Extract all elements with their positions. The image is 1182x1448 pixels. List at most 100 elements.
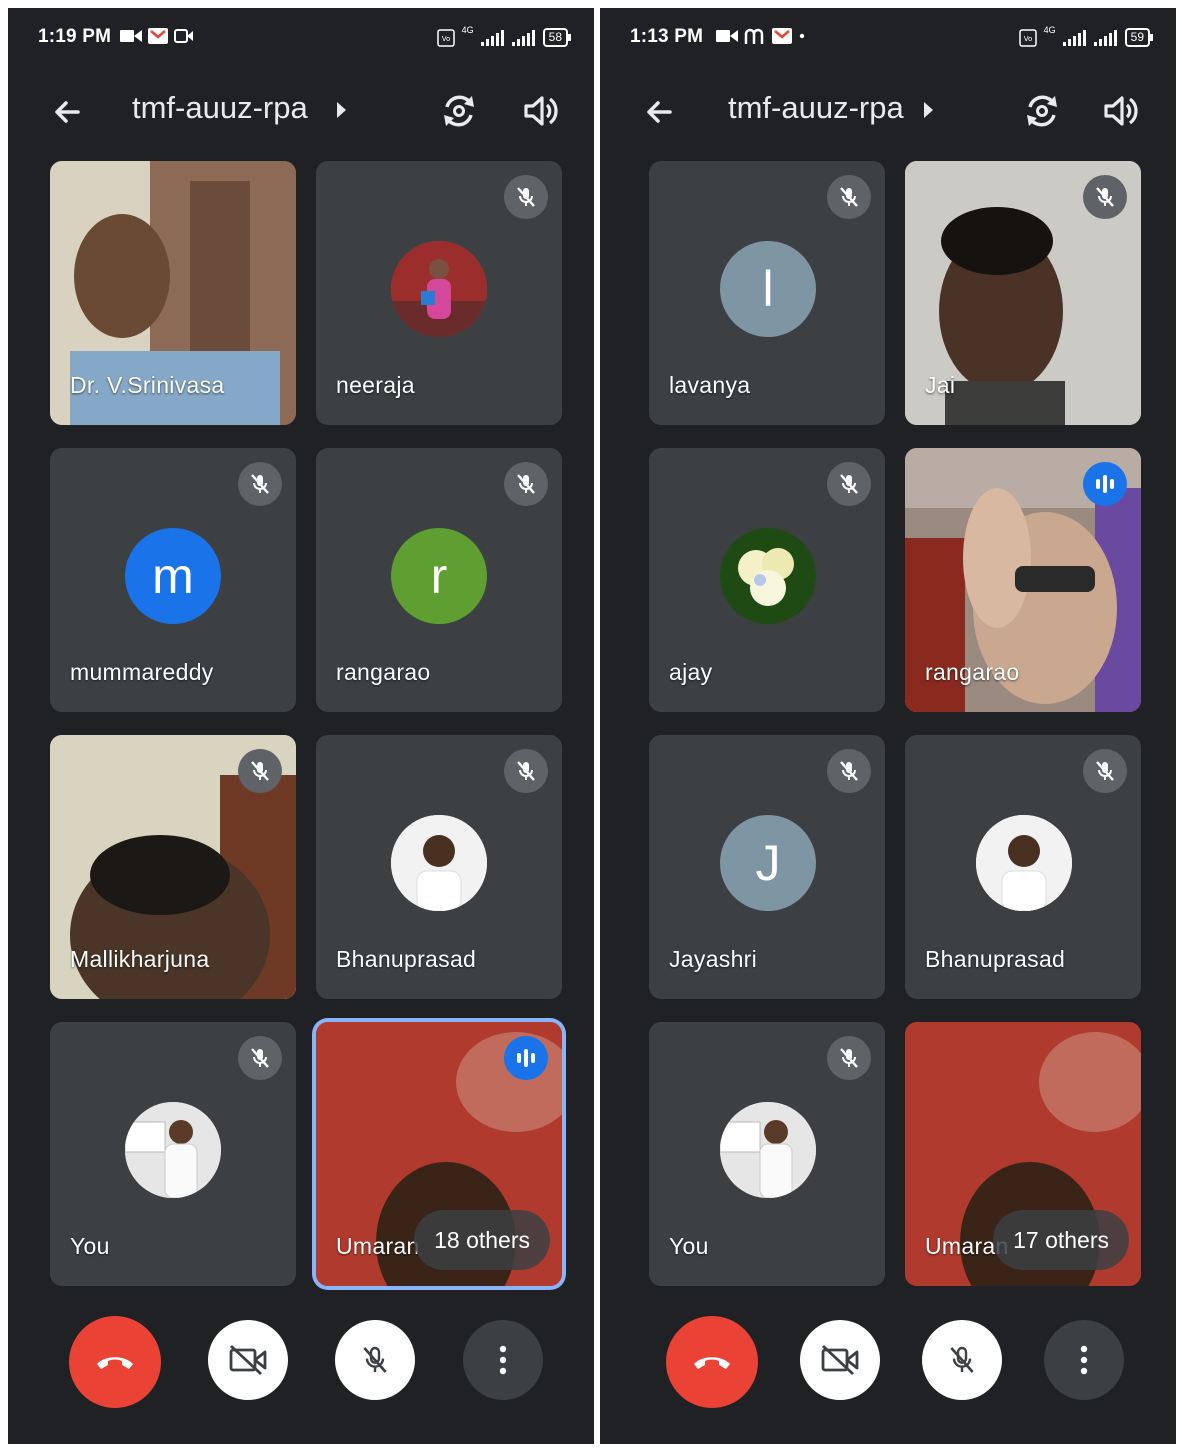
- participant-tile-video-speaking[interactable]: rangarao: [905, 448, 1141, 712]
- video-notification-icon: [120, 30, 142, 42]
- meet-notification-icon: [174, 29, 193, 43]
- end-call-icon: [694, 1357, 730, 1369]
- signal-icon: [1062, 29, 1086, 46]
- participant-name: rangarao: [925, 659, 1020, 685]
- meeting-code[interactable]: tmf-auuz-rpa: [132, 90, 308, 126]
- participant-tile[interactable]: m mummareddy: [50, 448, 296, 712]
- switch-camera-icon[interactable]: [1021, 90, 1063, 132]
- avatar: [720, 528, 816, 624]
- end-call-button[interactable]: [666, 1316, 758, 1408]
- camera-toggle-button[interactable]: [208, 1320, 288, 1400]
- avatar: J: [720, 815, 816, 911]
- more-options-button[interactable]: [463, 1320, 543, 1400]
- back-arrow-icon[interactable]: [640, 92, 680, 132]
- participant-name: ajay: [669, 659, 713, 685]
- camera-off-icon: [229, 1344, 267, 1376]
- participant-name: You: [70, 1233, 110, 1259]
- call-toolbar: tmf-auuz-rpa: [8, 82, 594, 142]
- mic-toggle-button[interactable]: [335, 1320, 415, 1400]
- avatar: [391, 241, 487, 337]
- camera-off-icon: [821, 1344, 859, 1376]
- participant-name: lavanya: [669, 372, 751, 398]
- avatar: [976, 815, 1072, 911]
- mic-off-icon: [238, 1036, 282, 1080]
- back-arrow-icon[interactable]: [48, 92, 88, 132]
- mic-off-icon: [827, 1036, 871, 1080]
- mic-off-icon: [504, 749, 548, 793]
- participant-name: rangarao: [336, 659, 431, 685]
- mic-off-icon: [363, 1346, 387, 1373]
- participant-tile-video[interactable]: Dr. V.Srinivasa: [50, 161, 296, 425]
- others-count[interactable]: 17 others: [993, 1210, 1129, 1270]
- more-options-button[interactable]: [1044, 1320, 1124, 1400]
- participant-name: Jai: [925, 372, 956, 398]
- left-screenshot: 1:19 PM Vo 4G 58 tmf-auuz-rpa Dr. V.Srin…: [8, 8, 594, 1444]
- end-call-icon: [97, 1357, 133, 1369]
- end-call-button[interactable]: [69, 1316, 161, 1408]
- avatar: r: [391, 528, 487, 624]
- avatar: [125, 1102, 221, 1198]
- participant-tile[interactable]: r rangarao: [316, 448, 562, 712]
- participant-name: Umaran: [336, 1233, 420, 1259]
- signal-2-icon: [511, 29, 535, 46]
- svg-text:Vo: Vo: [1023, 35, 1032, 43]
- meeting-details-caret-icon[interactable]: [337, 102, 346, 118]
- mic-off-icon: [1083, 175, 1127, 219]
- participant-tile[interactable]: J Jayashri: [649, 735, 885, 999]
- battery-level: 58: [542, 28, 572, 47]
- meeting-code[interactable]: tmf-auuz-rpa: [728, 90, 904, 126]
- call-toolbar: tmf-auuz-rpa: [600, 82, 1176, 142]
- participant-name: mummareddy: [70, 659, 214, 685]
- signal-2-icon: [1093, 29, 1117, 46]
- participant-tile[interactable]: l lavanya: [649, 161, 885, 425]
- mic-off-icon: [504, 462, 548, 506]
- participant-tile-video[interactable]: Umaran 17 others: [905, 1022, 1141, 1286]
- participant-name: Bhanuprasad: [336, 946, 477, 972]
- speaking-indicator-icon: [1083, 462, 1127, 506]
- participant-tile-video-speaking[interactable]: Umaran 18 others: [316, 1022, 562, 1286]
- mic-off-icon: [238, 749, 282, 793]
- status-time: 1:19 PM: [38, 26, 112, 47]
- participant-name: neeraja: [336, 372, 415, 398]
- participant-tile[interactable]: neeraja: [316, 161, 562, 425]
- speaker-icon[interactable]: [520, 90, 562, 132]
- right-screenshot: 1:13 PM Vo 4G 59 tmf-auuz-rpa l lavanya: [600, 8, 1176, 1444]
- system-icons: Vo 4G 58: [436, 25, 572, 47]
- participant-name: Bhanuprasad: [925, 946, 1066, 972]
- participant-name: You: [669, 1233, 709, 1259]
- switch-camera-icon[interactable]: [438, 90, 480, 132]
- mic-off-icon: [827, 749, 871, 793]
- participant-tile[interactable]: Bhanuprasad: [316, 735, 562, 999]
- meeting-details-caret-icon[interactable]: [924, 102, 933, 118]
- video-notification-icon: [716, 30, 738, 42]
- volte-icon: Vo: [1018, 28, 1037, 47]
- participant-tile-video[interactable]: Mallikharjuna: [50, 735, 296, 999]
- mic-off-icon: [827, 175, 871, 219]
- svg-text:Vo: Vo: [441, 35, 450, 43]
- avatar: [720, 1102, 816, 1198]
- participant-tile-self[interactable]: You: [649, 1022, 885, 1286]
- system-icons: Vo 4G 59: [1018, 24, 1154, 47]
- speaker-icon[interactable]: [1100, 90, 1142, 132]
- participant-tile[interactable]: Bhanuprasad: [905, 735, 1141, 999]
- camera-toggle-button[interactable]: [800, 1320, 880, 1400]
- participant-tile[interactable]: ajay: [649, 448, 885, 712]
- status-bar: 1:13 PM Vo 4G 59: [600, 22, 1176, 56]
- mic-off-icon: [504, 175, 548, 219]
- participant-name: Jayashri: [669, 946, 758, 972]
- mic-off-icon: [1083, 749, 1127, 793]
- signal-icon: [480, 29, 504, 46]
- network-type: 4G: [1043, 24, 1056, 35]
- mic-toggle-button[interactable]: [922, 1320, 1002, 1400]
- avatar: l: [720, 241, 816, 337]
- mic-off-icon: [950, 1346, 974, 1373]
- more-vert-icon: [1080, 1345, 1088, 1375]
- avatar: m: [125, 528, 221, 624]
- participant-tile-self[interactable]: You: [50, 1022, 296, 1286]
- participant-tile-video[interactable]: Jai: [905, 161, 1141, 425]
- volte-icon: Vo: [436, 28, 455, 47]
- others-count[interactable]: 18 others: [414, 1210, 550, 1270]
- gmail-icon: [772, 28, 792, 44]
- status-bar: 1:19 PM Vo 4G 58: [8, 22, 594, 56]
- notification-icons: [716, 28, 806, 44]
